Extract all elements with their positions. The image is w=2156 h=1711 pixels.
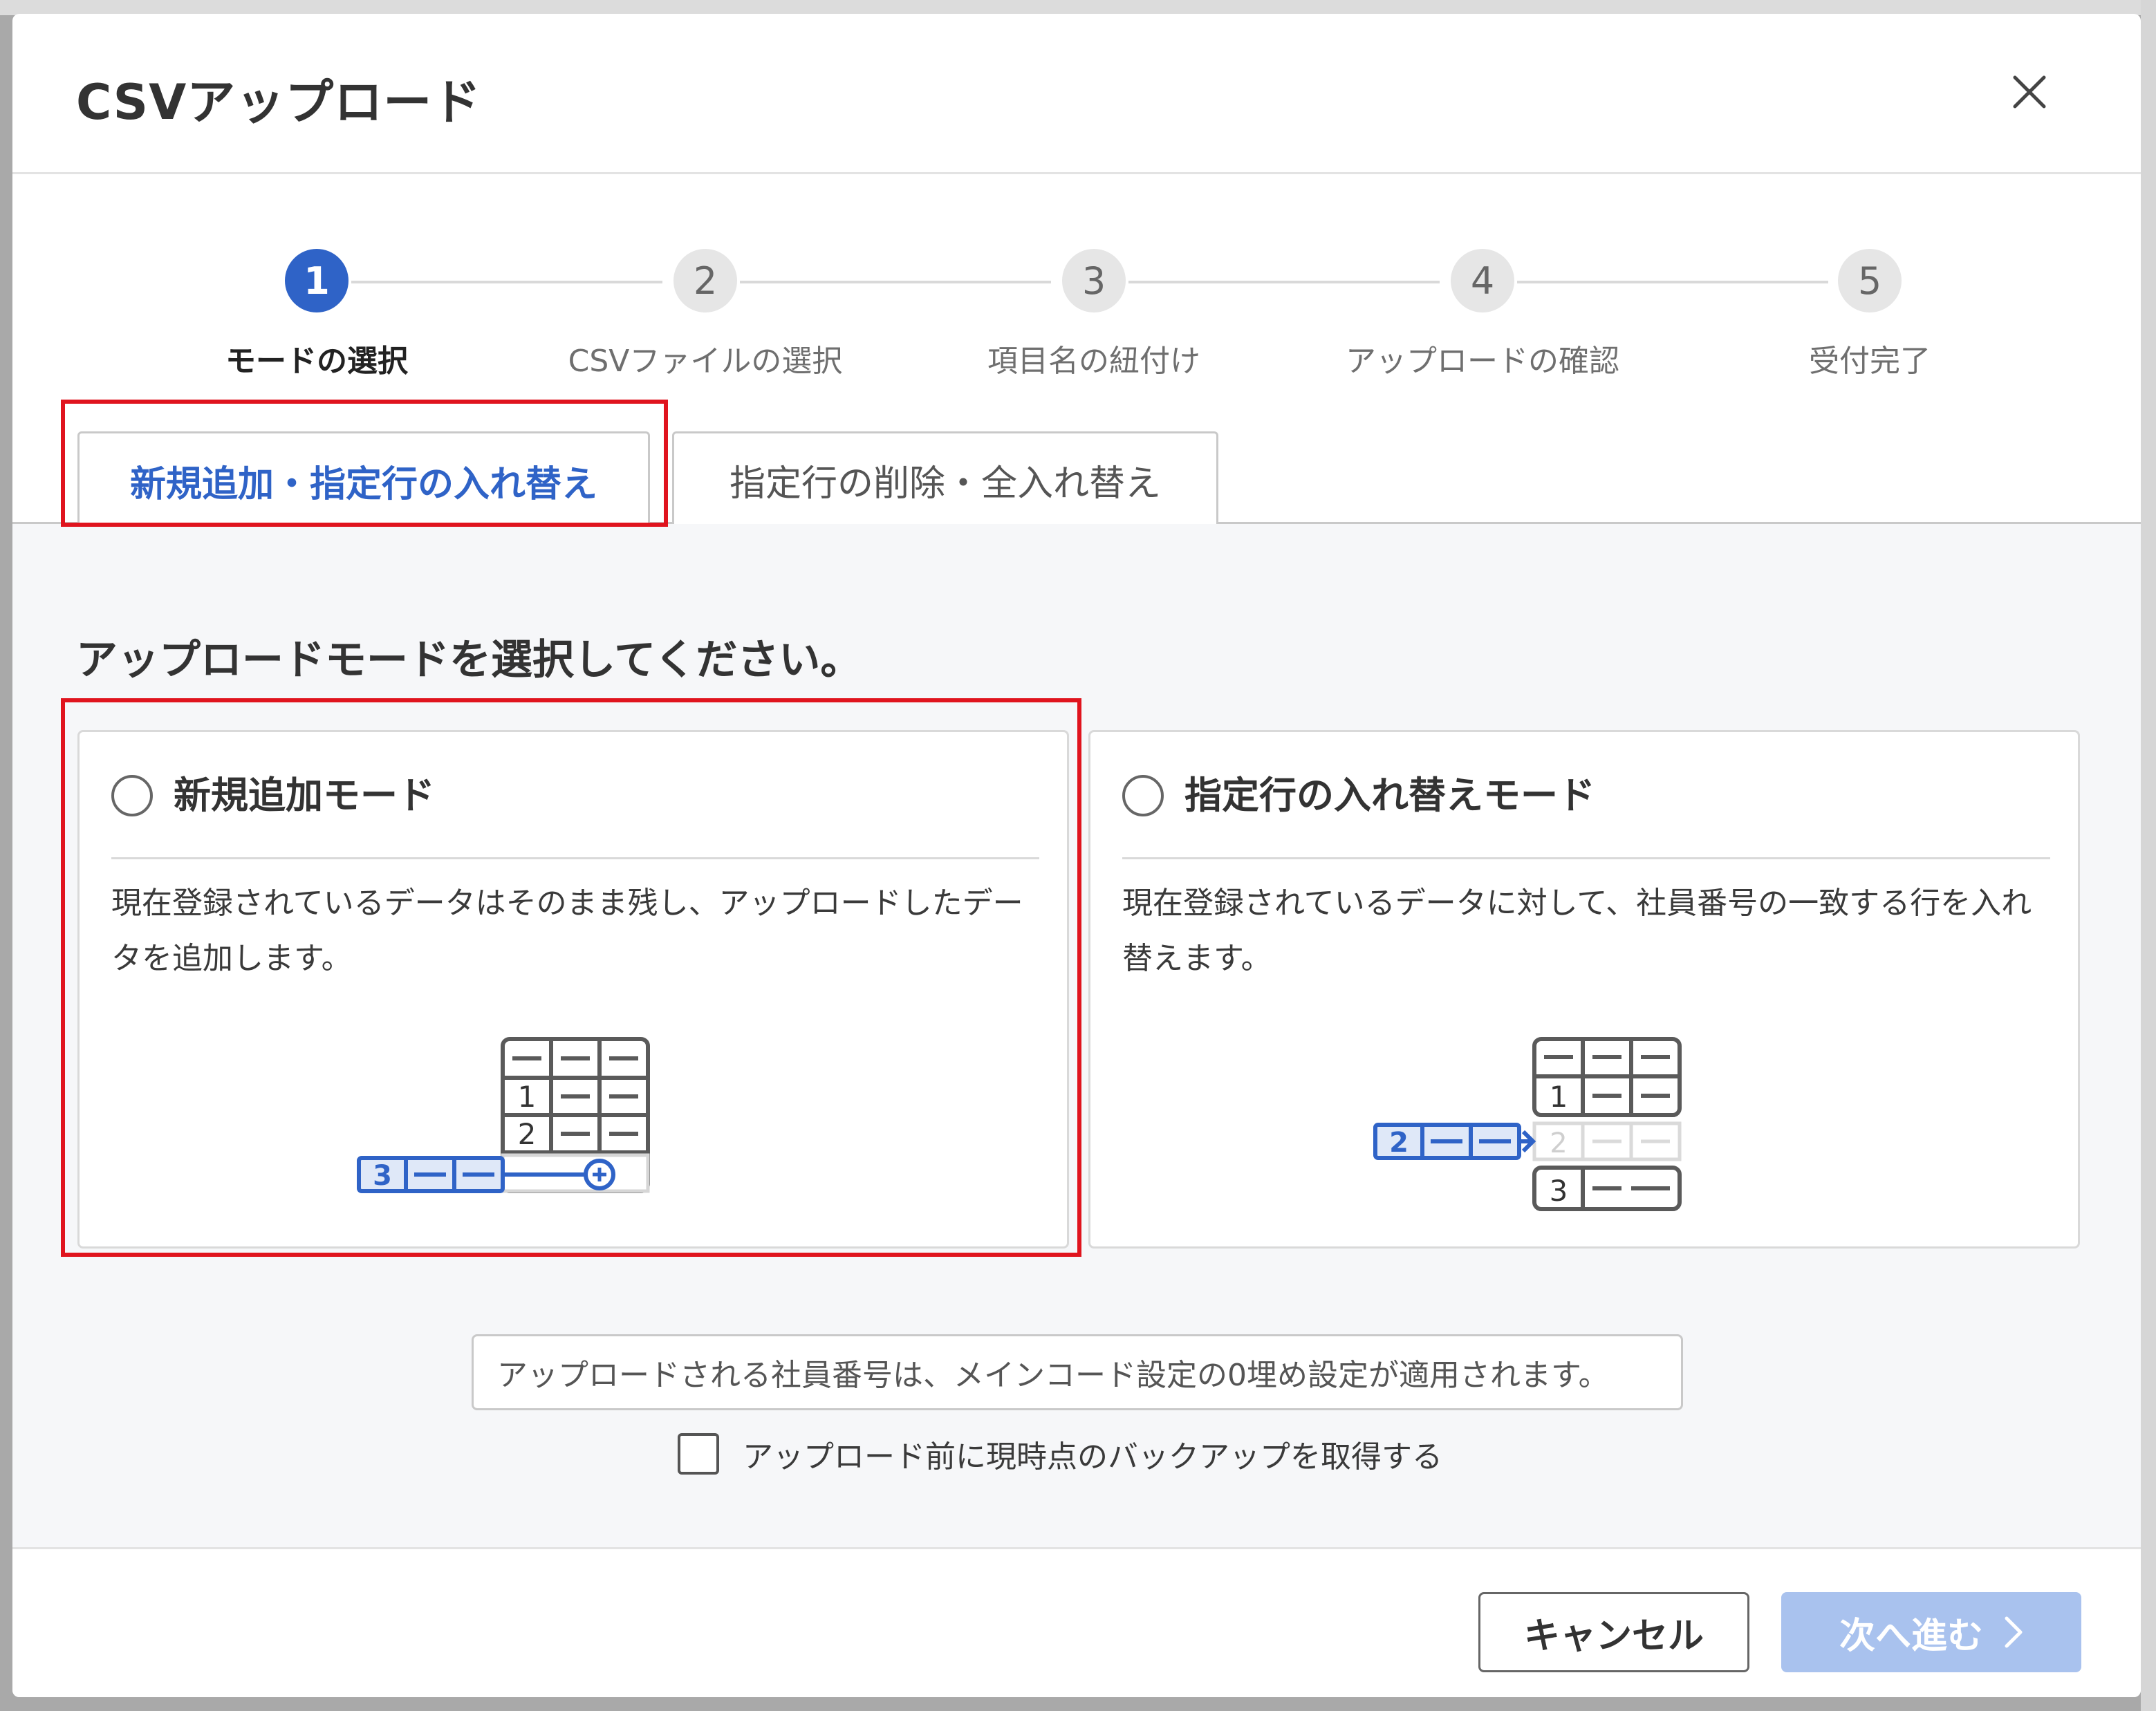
mode-card-description: 現在登録されているデータに対して、社員番号の一致する行を入れ替えます。	[1122, 886, 2032, 976]
background-app	[0, 0, 2156, 15]
modal-header: CSVアップロード	[12, 14, 2141, 174]
illus-row-label: 2	[518, 1117, 537, 1151]
close-button[interactable]	[2000, 62, 2059, 122]
tab-delete-replace-all[interactable]: 指定行の削除・全入れ替え	[672, 431, 1218, 526]
mode-card-title: 新規追加モード	[174, 774, 435, 817]
illus-incoming-label: 3	[373, 1160, 392, 1192]
step-4-circle: 4	[1451, 249, 1514, 312]
step-4: 4 アップロードの確認	[1330, 249, 1635, 380]
replace-mode-illustration-icon: 1 2 3 2	[1373, 1037, 1682, 1211]
step-5-circle: 5	[1838, 249, 1902, 312]
step-3-circle: 3	[1062, 249, 1126, 312]
step-2: 2 CSVファイルの選択	[553, 249, 857, 380]
step-1-circle: 1	[285, 249, 349, 312]
replace-mode-radio[interactable]	[1122, 775, 1164, 816]
mode-card-add[interactable]: 新規追加モード 現在登録されているデータはそのまま残し、アップロードしたデータを…	[77, 730, 1069, 1249]
step-4-label: アップロードの確認	[1346, 344, 1619, 379]
step-5: 5 受付完了	[1718, 249, 2022, 380]
close-icon	[2013, 75, 2046, 109]
next-button-label: 次へ進む	[1839, 1615, 1983, 1657]
step-2-label: CSVファイルの選択	[568, 344, 843, 379]
mode-card-description: 現在登録されているデータはそのまま残し、アップロードしたデータを追加します。	[111, 886, 1023, 976]
backup-checkbox[interactable]	[678, 1433, 719, 1475]
mode-card-header: 指定行の入れ替えモード	[1122, 768, 2050, 859]
mode-tabs: 新規追加・指定行の入れ替え 指定行の削除・全入れ替え	[12, 415, 2141, 528]
modal-title: CSVアップロード	[76, 74, 482, 131]
backup-checkbox-label[interactable]: アップロード前に現時点のバックアップを取得する	[743, 1432, 1442, 1476]
step-3-label: 項目名の紐付け	[987, 344, 1200, 379]
mode-card-replace[interactable]: 指定行の入れ替えモード 現在登録されているデータに対して、社員番号の一致する行を…	[1088, 730, 2080, 1249]
backup-option[interactable]: アップロード前に現時点のバックアップを取得する	[678, 1416, 1442, 1492]
step-1-label: モードの選択	[225, 344, 408, 379]
tab-add-replace[interactable]: 新規追加・指定行の入れ替え	[77, 431, 650, 528]
mode-card-header: 新規追加モード	[111, 768, 1039, 859]
background-app-right	[2141, 0, 2156, 1711]
step-3: 3 項目名の紐付け	[942, 249, 1246, 380]
chevron-right-icon	[2004, 1616, 2023, 1649]
illus-incoming-label: 2	[1389, 1127, 1409, 1159]
step-1: 1 モードの選択	[165, 249, 469, 380]
section-title: アップロードモードを選択してください。	[76, 636, 862, 684]
next-button[interactable]: 次へ進む	[1781, 1592, 2081, 1672]
step-5-label: 受付完了	[1809, 344, 1931, 379]
add-mode-radio[interactable]	[111, 775, 153, 816]
add-mode-illustration-icon: 1 2 3	[357, 1037, 650, 1193]
illus-row-label: 1	[1550, 1080, 1568, 1114]
content-area: アップロードモードを選択してください。 新規追加モード 現在登録されているデータ…	[12, 524, 2141, 1547]
cancel-button[interactable]: キャンセル	[1478, 1592, 1749, 1672]
mode-card-title: 指定行の入れ替えモード	[1184, 774, 1595, 817]
illus-row-label: 2	[1550, 1128, 1567, 1159]
modal-footer: キャンセル 次へ進む	[12, 1547, 2141, 1697]
step-2-circle: 2	[673, 249, 737, 312]
illus-row-label: 1	[518, 1080, 537, 1114]
illus-row-label: 3	[1550, 1174, 1568, 1208]
zero-padding-note: アップロードされる社員番号は、メインコード設定の0埋め設定が適用されます。	[472, 1334, 1683, 1410]
csv-upload-modal: CSVアップロード 1 モードの選択 2 CSVファイルの選択 3 項目名の紐付…	[12, 14, 2141, 1697]
